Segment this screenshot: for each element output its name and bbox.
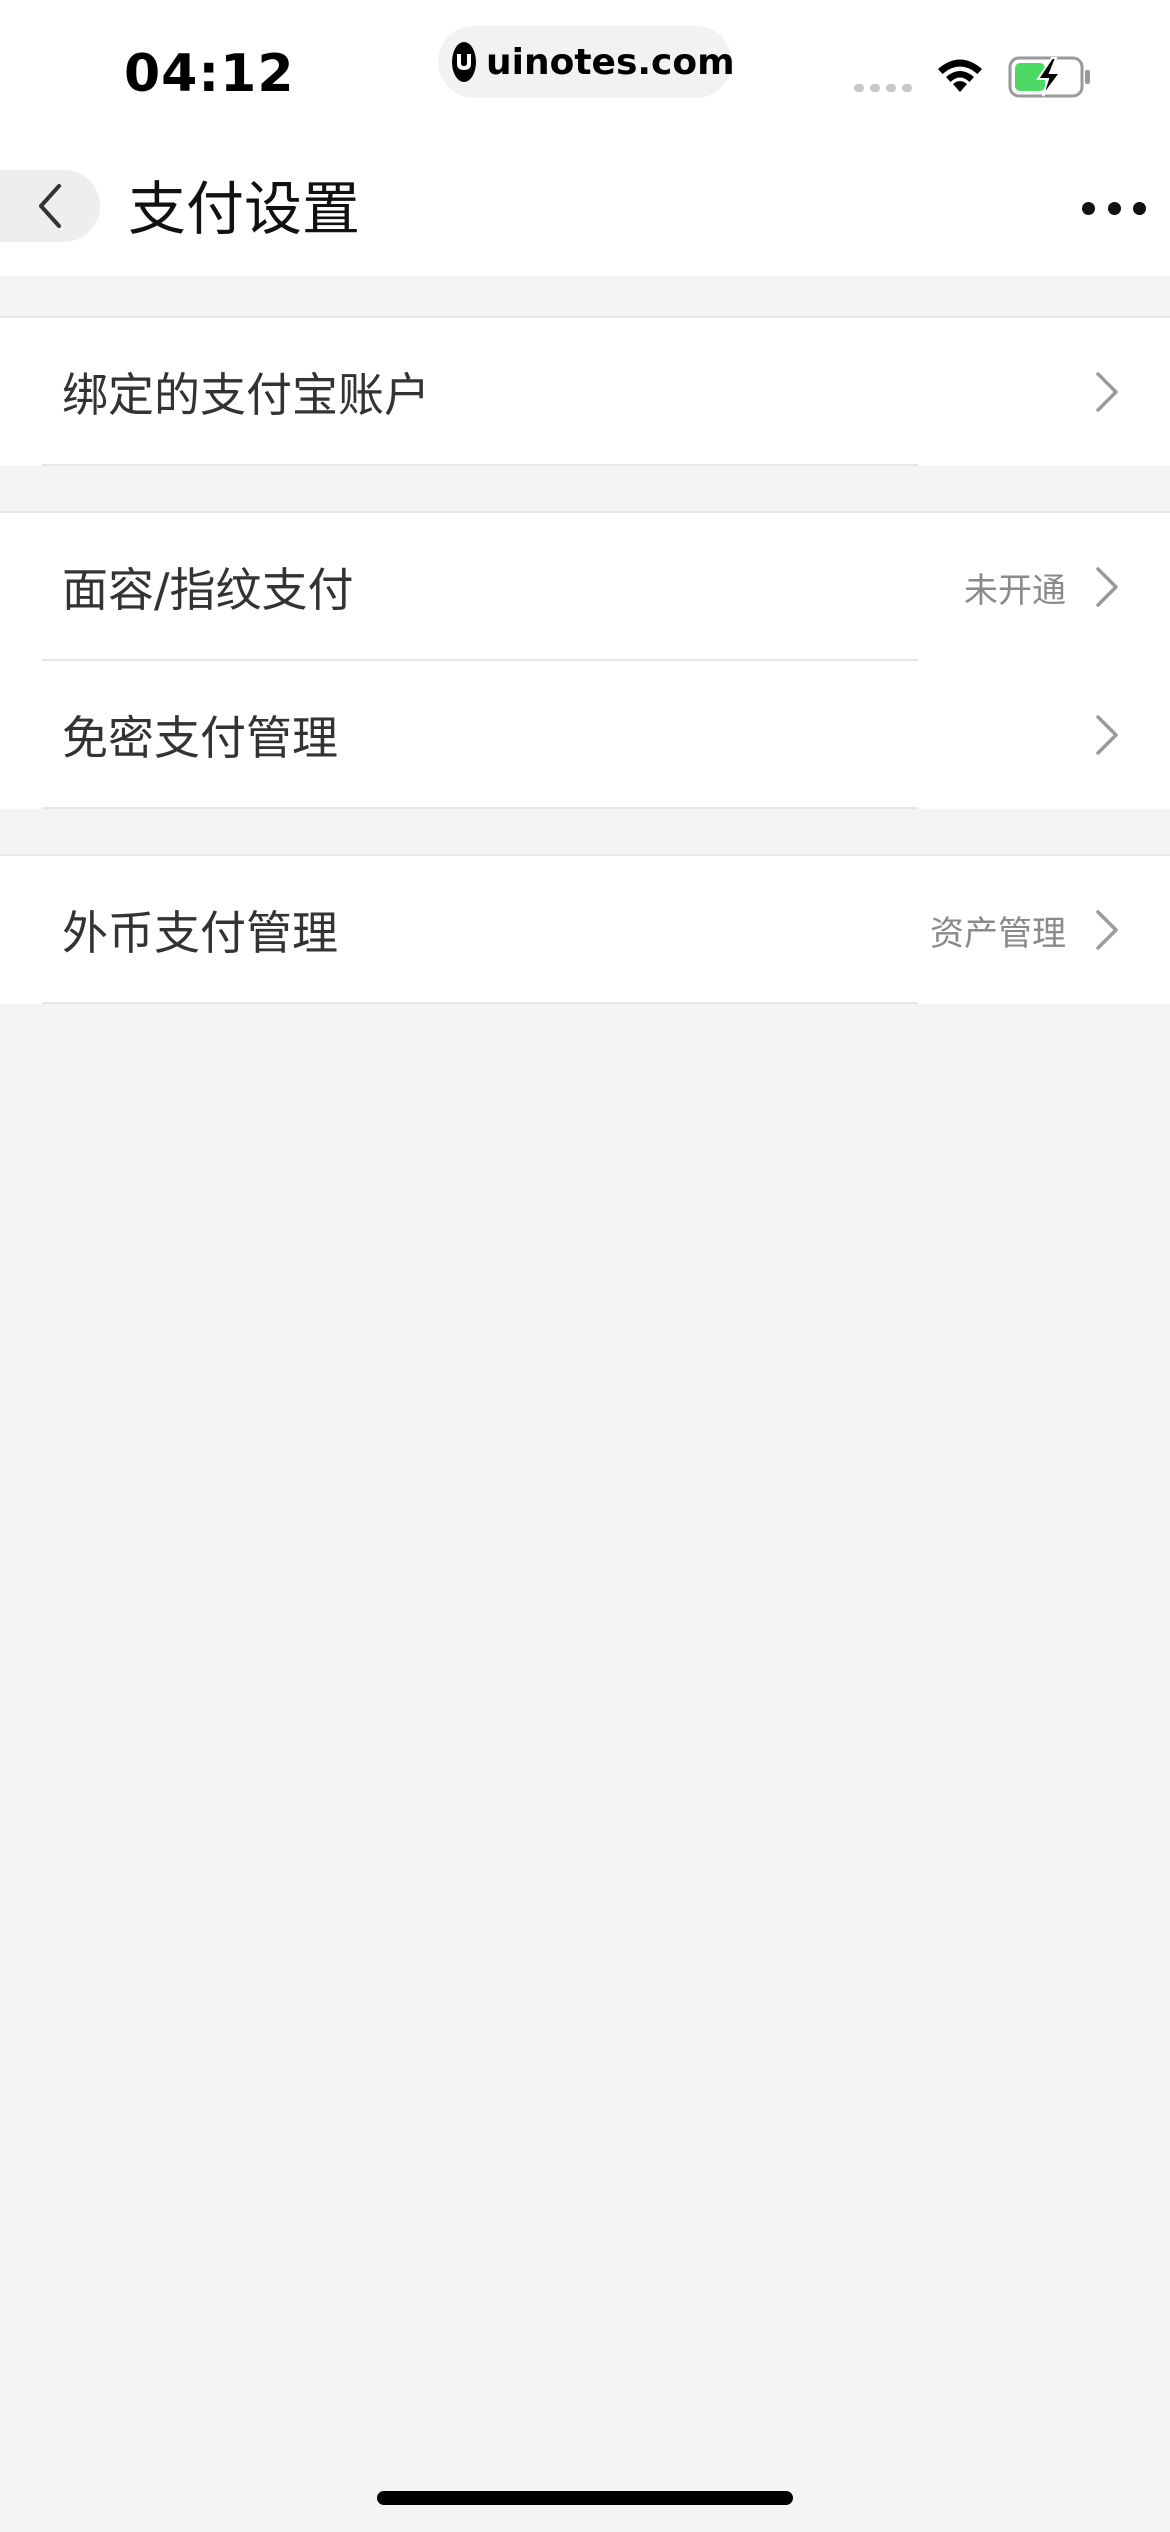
cellular-signal-icon	[854, 84, 912, 92]
settings-group-foreign-currency: 外币支付管理 资产管理	[0, 854, 1170, 1004]
watermark-logo-icon	[452, 42, 476, 82]
row-label: 免密支付管理	[62, 711, 338, 765]
chevron-left-icon	[39, 184, 61, 228]
status-value: 未开通	[964, 570, 1066, 611]
list-item-bound-alipay[interactable]: 绑定的支付宝账户	[0, 318, 1170, 466]
page-title: 支付设置	[128, 175, 361, 243]
divider	[42, 1002, 918, 1004]
row-label: 面容/指纹支付	[62, 563, 354, 617]
wifi-icon	[938, 59, 982, 92]
settings-group-payment-methods: 面容/指纹支付 未开通 免密支付管理	[0, 511, 1170, 809]
nav-bar: 支付设置	[0, 140, 1170, 276]
more-dots-icon	[1082, 201, 1095, 215]
divider	[42, 464, 918, 466]
divider	[42, 807, 918, 809]
row-label: 外币支付管理	[62, 906, 338, 960]
back-button[interactable]	[0, 170, 100, 242]
list-item-face-fingerprint-pay[interactable]: 面容/指纹支付 未开通	[0, 513, 1170, 661]
battery-charging-icon	[1008, 56, 1090, 98]
settings-group-alipay: 绑定的支付宝账户	[0, 316, 1170, 466]
chevron-right-icon	[1096, 567, 1118, 607]
list-item-password-free-pay[interactable]: 免密支付管理	[0, 661, 1170, 809]
chevron-right-icon	[1096, 910, 1118, 950]
row-label: 绑定的支付宝账户	[62, 368, 430, 422]
status-time: 04:12	[124, 44, 295, 104]
watermark-badge: uinotes.com	[438, 26, 735, 98]
status-value: 资产管理	[930, 913, 1066, 954]
watermark-text: uinotes.com	[486, 41, 735, 83]
more-options-button[interactable]	[1082, 190, 1146, 226]
chevron-right-icon	[1096, 715, 1118, 755]
chevron-right-icon	[1096, 372, 1118, 412]
status-bar: 04:12 uinotes.com	[0, 0, 1170, 140]
list-item-foreign-currency-pay[interactable]: 外币支付管理 资产管理	[0, 856, 1170, 1004]
home-indicator[interactable]	[377, 2491, 793, 2505]
